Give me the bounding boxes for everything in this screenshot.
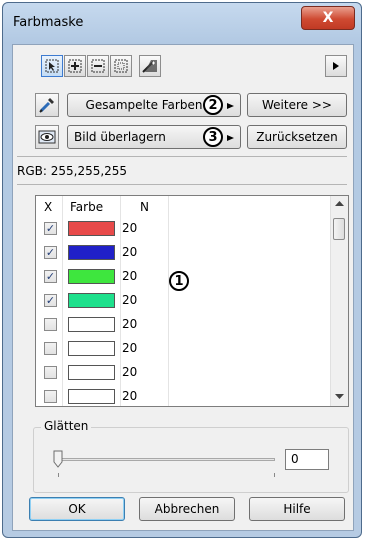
dialog-client-area: Gesampelte Farben 2 Weitere >> Bild über…	[12, 44, 354, 531]
column-header-color: Farbe	[70, 200, 104, 214]
dropdown-arrow-icon	[227, 103, 234, 109]
close-button[interactable]: X	[301, 6, 355, 30]
more-button[interactable]: Weitere >>	[247, 93, 347, 117]
callout-3: 3	[203, 127, 223, 147]
magic-wand-button[interactable]	[139, 55, 161, 77]
row-checkbox[interactable]: ✓	[44, 222, 57, 235]
scrollbar-thumb[interactable]	[333, 218, 345, 240]
color-swatch	[68, 389, 115, 404]
play-arrow-icon	[333, 62, 339, 70]
row-checkbox[interactable]: ✓	[44, 270, 57, 283]
color-swatch	[68, 341, 115, 356]
row-checkbox[interactable]	[44, 366, 57, 379]
color-swatch	[68, 245, 115, 260]
color-swatch	[68, 365, 115, 380]
rectangle-select-button[interactable]	[110, 55, 132, 77]
table-row[interactable]: ✓ 20	[36, 242, 326, 266]
add-color-button[interactable]	[64, 55, 86, 77]
reset-button[interactable]: Zurücksetzen	[247, 125, 347, 149]
row-count: 20	[122, 365, 138, 379]
divider	[17, 156, 347, 157]
color-swatch	[68, 269, 115, 284]
subtract-color-icon	[91, 59, 105, 73]
smoothing-value-field[interactable]: 0	[285, 449, 329, 470]
window-title: Farbmaske	[13, 15, 84, 30]
row-count: 20	[122, 245, 138, 259]
overlay-toggle-button[interactable]	[35, 125, 59, 149]
callout-1: 1	[169, 271, 189, 291]
cancel-button[interactable]: Abbrechen	[139, 497, 235, 521]
row-checkbox[interactable]: ✓	[44, 246, 57, 259]
row-checkbox[interactable]: ✓	[44, 294, 57, 307]
column-header-n: N	[140, 200, 149, 214]
ok-button[interactable]: OK	[29, 497, 125, 521]
overlay-image-label: Bild überlagern	[74, 130, 166, 144]
row-count: 20	[122, 389, 138, 403]
callout-2: 2	[203, 95, 223, 115]
table-row[interactable]: 20	[36, 338, 326, 362]
magic-wand-icon	[142, 60, 157, 73]
color-swatch	[68, 293, 115, 308]
help-button[interactable]: Hilfe	[249, 497, 345, 521]
select-tool-button[interactable]	[41, 55, 63, 77]
dropdown-arrow-icon	[227, 135, 234, 141]
smoothing-slider-thumb[interactable]	[53, 450, 63, 468]
smoothing-slider-track[interactable]	[57, 458, 275, 461]
color-list[interactable]: X Farbe N ✓ 20 ✓ 20 ✓ 20 ✓ 20 20 20 20 20	[35, 195, 349, 407]
smoothing-label: Glätten	[41, 419, 92, 433]
eye-overlay-icon	[38, 130, 56, 144]
row-checkbox[interactable]	[44, 390, 57, 403]
farbmaske-dialog: Farbmaske X Gesampelte Farben 2 Weitere …	[2, 2, 362, 538]
color-swatch	[68, 221, 115, 236]
slider-tick	[58, 473, 59, 477]
sampled-colors-label: Gesampelte Farben	[85, 98, 203, 112]
add-color-icon	[68, 59, 82, 73]
divider	[17, 184, 347, 185]
row-checkbox[interactable]	[44, 342, 57, 355]
table-row[interactable]: ✓ 20	[36, 290, 326, 314]
eyedropper-icon	[39, 98, 54, 113]
list-scrollbar[interactable]	[330, 196, 348, 406]
scroll-down-icon[interactable]	[335, 394, 344, 400]
rectangle-select-icon	[114, 59, 128, 73]
pipette-button[interactable]	[35, 93, 59, 117]
row-count: 20	[122, 293, 138, 307]
table-row[interactable]: ✓ 20	[36, 218, 326, 242]
table-row[interactable]: 20	[36, 386, 326, 406]
row-count: 20	[122, 269, 138, 283]
row-checkbox[interactable]	[44, 318, 57, 331]
slider-tick	[274, 473, 275, 477]
row-count: 20	[122, 317, 138, 331]
row-count: 20	[122, 221, 138, 235]
more-options-arrow-button[interactable]	[325, 55, 347, 77]
subtract-color-button[interactable]	[87, 55, 109, 77]
table-row[interactable]: 20	[36, 362, 326, 386]
scroll-up-icon[interactable]	[335, 201, 344, 207]
row-count: 20	[122, 341, 138, 355]
column-header-x: X	[44, 200, 53, 214]
table-row[interactable]: 20	[36, 314, 326, 338]
select-tool-icon	[45, 59, 59, 73]
color-swatch	[68, 317, 115, 332]
rgb-readout: RGB: 255,255,255	[17, 164, 128, 178]
